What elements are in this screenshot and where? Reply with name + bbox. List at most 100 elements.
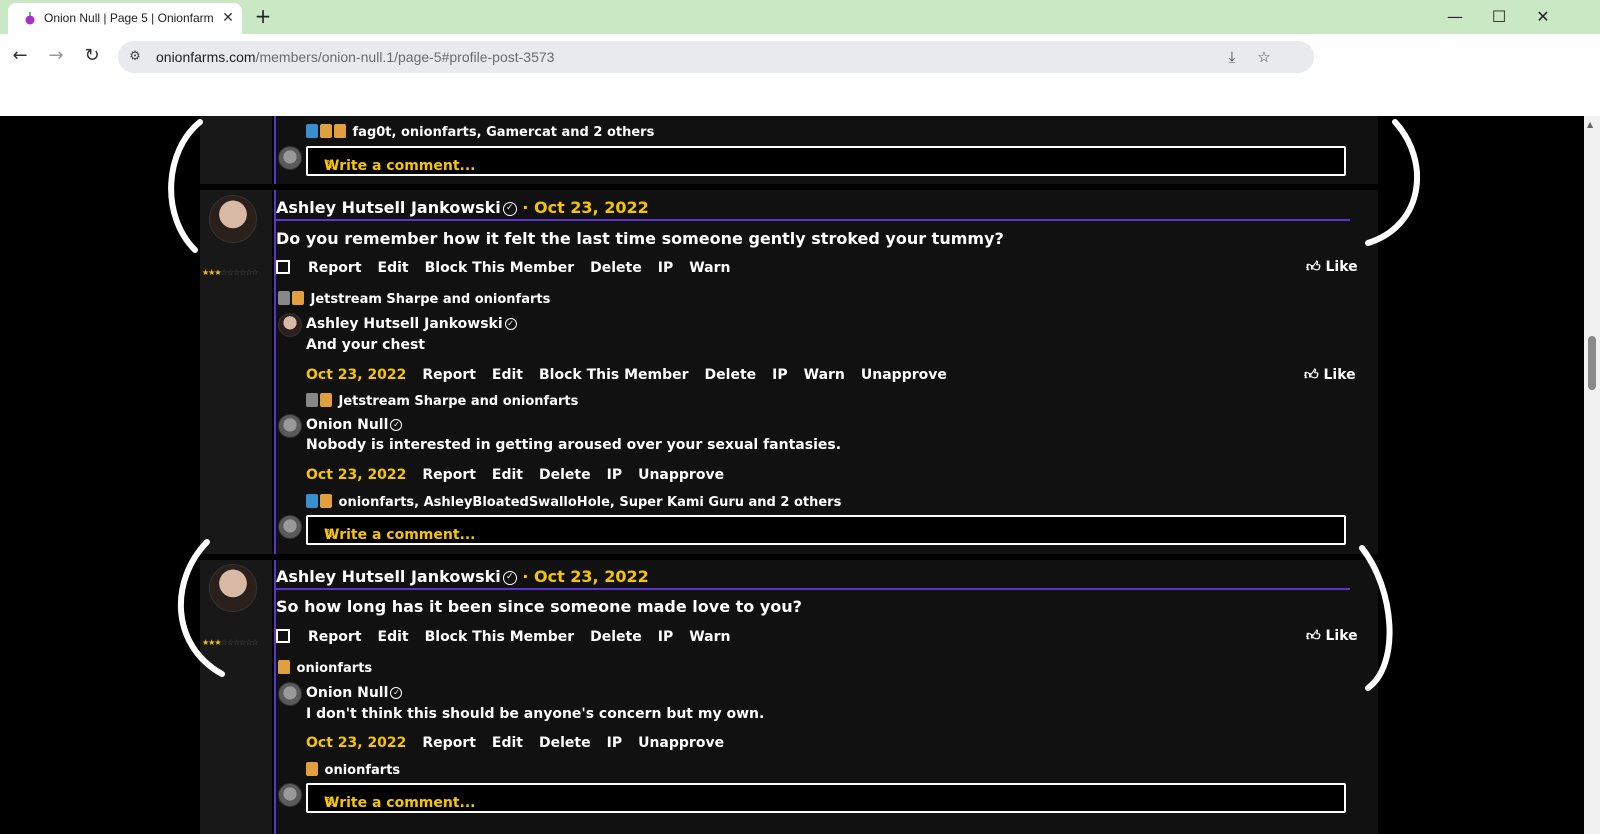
ip-button[interactable]: IP (607, 467, 622, 483)
forward-arrow-icon[interactable]: → (44, 44, 68, 68)
report-button[interactable]: Report (422, 735, 476, 751)
post-1-author-name[interactable]: Ashley Hutsell Jankowski ✓ · Oct 23, 2022 (276, 198, 649, 218)
reload-icon[interactable]: ↻ (80, 44, 104, 68)
report-button[interactable]: Report (308, 629, 362, 645)
ip-button[interactable]: IP (658, 629, 673, 645)
warn-button[interactable]: Warn (689, 629, 730, 645)
current-user-avatar (278, 783, 302, 807)
comment-2-author[interactable]: Onion Null ✓ (306, 416, 403, 434)
block-member-button[interactable]: Block This Member (425, 629, 575, 645)
post-1-select-checkbox[interactable] (276, 260, 290, 274)
prev-post-likers[interactable]: fag0t, onionfarts, Gamercat and 2 others (306, 124, 654, 141)
ip-button[interactable]: IP (772, 367, 787, 383)
scrollbar-thumb[interactable] (1588, 336, 1596, 390)
comment-1-actions: Oct 23, 2022 Report Edit Block This Member D… (306, 366, 963, 384)
ip-button[interactable]: IP (607, 735, 622, 751)
delete-button[interactable]: Delete (590, 629, 642, 645)
write-comment-placeholder: Write a comment... (324, 158, 476, 174)
post-1-author-avatar[interactable] (209, 195, 257, 243)
post-2-author-avatar[interactable] (209, 564, 257, 612)
edit-button[interactable]: Edit (492, 467, 523, 483)
comment-2-likers[interactable]: onionfarts, AshleyBloatedSwalloHole, Sup… (306, 494, 841, 511)
post-1-likers[interactable]: Jetstream Sharpe and onionfarts (278, 291, 550, 308)
report-button[interactable]: Report (422, 467, 476, 483)
comment-1-like-button[interactable]: 👍︎ Like (1304, 366, 1356, 384)
edit-button[interactable]: Edit (492, 735, 523, 751)
close-window-button[interactable]: ✕ (1532, 6, 1554, 28)
bookmark-star-icon[interactable]: ☆ (1254, 47, 1274, 67)
author-name[interactable]: Ashley Hutsell Jankowski (306, 316, 503, 332)
maximize-button[interactable]: ☐ (1488, 6, 1510, 28)
page-scrollbar[interactable]: ▲ (1584, 116, 1600, 834)
address-bar[interactable]: ⚙ onionfarms.com/members/onion-null.1/pa… (118, 41, 1314, 73)
warn-button[interactable]: Warn (689, 260, 730, 276)
comment-1-likers[interactable]: Jetstream Sharpe and onionfarts (306, 393, 578, 410)
delete-button[interactable]: Delete (705, 367, 757, 383)
verified-check-icon: ✓ (390, 687, 403, 699)
report-button[interactable]: Report (308, 260, 362, 276)
unapprove-button[interactable]: Unapprove (638, 467, 724, 483)
liker-avatar (306, 393, 318, 407)
delete-button[interactable]: Delete (539, 467, 591, 483)
likers-text: onionfarts, AshleyBloatedSwalloHole, Sup… (338, 495, 842, 510)
post-1-date[interactable]: · Oct 23, 2022 (522, 198, 648, 217)
minimize-button[interactable]: — (1444, 6, 1466, 28)
ip-button[interactable]: IP (658, 260, 673, 276)
comment-date[interactable]: Oct 23, 2022 (306, 467, 406, 483)
author-name[interactable]: Ashley Hutsell Jankowski (276, 567, 501, 586)
write-comment-input[interactable]: ✎ Write a comment... (306, 515, 1346, 545)
post-2-like-button[interactable]: 👍︎ Like (1306, 627, 1358, 645)
url-path: /members/onion-null.1/page-5#profile-pos… (255, 49, 555, 65)
tab-bar: Onion Null | Page 5 | Onionfarm ✕ + — ☐ … (0, 0, 1600, 34)
post-2-date[interactable]: · Oct 23, 2022 (522, 567, 648, 586)
scroll-up-icon[interactable]: ▲ (1587, 120, 1593, 129)
block-member-button[interactable]: Block This Member (539, 367, 689, 383)
post-2-comment-1-actions: Oct 23, 2022 Report Edit Delete IP Unapprove (306, 734, 740, 752)
comment-date[interactable]: Oct 23, 2022 (306, 735, 406, 751)
onion-favicon-icon (25, 12, 35, 25)
author-name[interactable]: Ashley Hutsell Jankowski (276, 198, 501, 217)
author-name[interactable]: Onion Null (306, 417, 388, 433)
active-tab[interactable]: Onion Null | Page 5 | Onionfarm ✕ (8, 3, 242, 34)
comment-date[interactable]: Oct 23, 2022 (306, 367, 406, 383)
likers-text: Jetstream Sharpe and onionfarts (310, 292, 551, 307)
thumbs-up-icon: 👍︎ (1304, 367, 1319, 383)
post-2-likers[interactable]: onionfarts (278, 660, 372, 677)
comment-author-avatar[interactable] (278, 682, 302, 706)
post-1-like-button[interactable]: 👍︎ Like (1306, 258, 1358, 276)
write-comment-placeholder: Write a comment... (324, 527, 476, 543)
block-member-button[interactable]: Block This Member (425, 260, 575, 276)
toolbar-spacer (0, 80, 1600, 116)
edit-button[interactable]: Edit (378, 260, 409, 276)
url-text[interactable]: onionfarms.com/members/onion-null.1/page… (156, 48, 554, 66)
author-name[interactable]: Onion Null (306, 685, 388, 701)
write-comment-input[interactable]: ✎ Write a comment... (306, 146, 1346, 176)
like-label: Like (1325, 259, 1358, 275)
post-2-select-checkbox[interactable] (276, 629, 290, 643)
edit-button[interactable]: Edit (492, 367, 523, 383)
comment-author-avatar[interactable] (278, 313, 302, 337)
edit-button[interactable]: Edit (378, 629, 409, 645)
site-info-icon[interactable]: ⚙ (126, 48, 144, 66)
report-button[interactable]: Report (422, 367, 476, 383)
install-app-icon[interactable]: ⤓ (1222, 47, 1242, 67)
like-label: Like (1325, 628, 1358, 644)
tab-close-icon[interactable]: ✕ (220, 10, 236, 26)
prev-post-avatar-column (200, 116, 272, 184)
comment-1-author[interactable]: Ashley Hutsell Jankowski ✓ (306, 315, 517, 333)
back-arrow-icon[interactable]: ← (8, 44, 32, 68)
comment-2-text: Nobody is interested in getting aroused … (306, 437, 842, 453)
unapprove-button[interactable]: Unapprove (638, 735, 724, 751)
warn-button[interactable]: Warn (804, 367, 845, 383)
delete-button[interactable]: Delete (590, 260, 642, 276)
liker-avatar (306, 124, 318, 138)
delete-button[interactable]: Delete (539, 735, 591, 751)
post-2-comment-1-likers[interactable]: onionfarts (306, 762, 400, 779)
write-comment-input[interactable]: ✎ Write a comment... (306, 783, 1346, 813)
post-1-avatar-column (200, 190, 272, 554)
comment-author-avatar[interactable] (278, 414, 302, 438)
post-2-comment-1-author[interactable]: Onion Null ✓ (306, 684, 403, 702)
new-tab-button[interactable]: + (252, 6, 274, 28)
post-2-author-name[interactable]: Ashley Hutsell Jankowski ✓ · Oct 23, 2022 (276, 567, 649, 587)
unapprove-button[interactable]: Unapprove (861, 367, 947, 383)
